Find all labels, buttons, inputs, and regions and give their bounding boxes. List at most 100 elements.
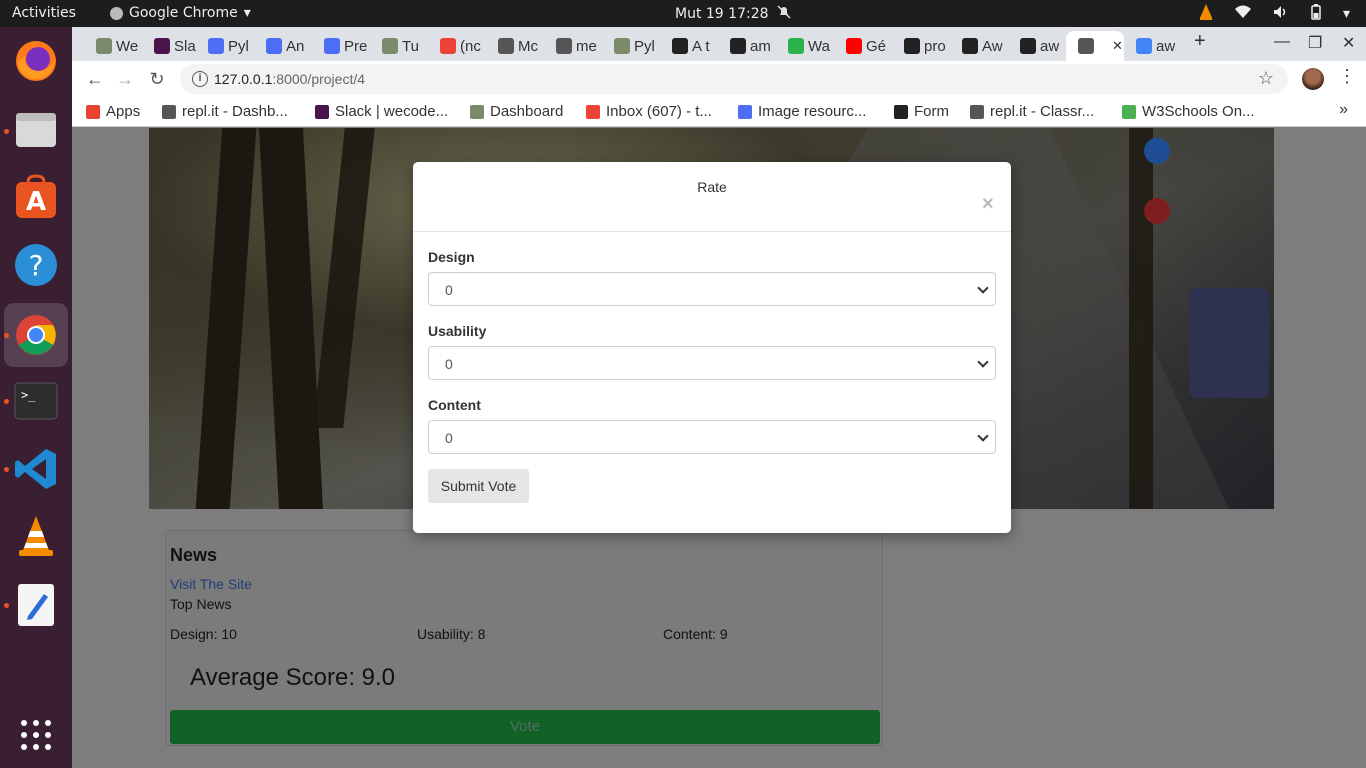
tab-label: An [286, 37, 305, 55]
browser-tab[interactable]: aw [1124, 31, 1180, 61]
browser-tab[interactable]: Tu [370, 31, 426, 61]
road-sign [1144, 198, 1170, 224]
help-icon[interactable]: ? [12, 241, 60, 289]
browser-tab[interactable]: Pyl [602, 31, 658, 61]
close-window-icon[interactable]: ✕ [1342, 33, 1355, 53]
submit-vote-button[interactable]: Submit Vote [428, 469, 529, 503]
bookmark-star-icon[interactable]: ☆ [1258, 68, 1274, 89]
new-tab-button[interactable]: + [1194, 30, 1206, 53]
bookmark-favicon-icon [1122, 104, 1136, 119]
browser-tab[interactable]: Wa [776, 31, 832, 61]
vscode-icon[interactable] [12, 445, 60, 493]
volume-icon[interactable] [1273, 5, 1289, 23]
content-select[interactable]: 0 [428, 420, 996, 454]
svg-text:?: ? [29, 249, 44, 282]
bookmark-favicon-icon [470, 104, 484, 119]
browser-tab[interactable]: aw [1008, 31, 1064, 61]
browser-tab[interactable]: (nc [428, 31, 484, 61]
more-bookmarks-icon[interactable]: » [1339, 101, 1348, 119]
app-menu[interactable]: Google Chrome ▾ [110, 5, 251, 21]
tab-favicon-icon [730, 38, 746, 54]
vlc-icon[interactable] [12, 513, 60, 561]
browser-tab[interactable]: Sla [142, 31, 198, 61]
browser-tab[interactable]: ✕ [1066, 31, 1124, 61]
minimize-icon[interactable]: — [1274, 33, 1290, 51]
forward-arrow-icon[interactable]: → [114, 68, 136, 90]
bookmark-item[interactable]: repl.it - Dashb... [162, 103, 288, 120]
tab-favicon-icon [1136, 38, 1152, 54]
svg-text:A: A [26, 187, 46, 217]
chrome-dock-icon[interactable] [4, 303, 68, 367]
profile-avatar[interactable] [1302, 68, 1324, 90]
text-editor-icon[interactable] [12, 581, 60, 629]
tab-label: Sla [174, 37, 196, 55]
browser-tab[interactable]: pro [892, 31, 948, 61]
road-sign [1144, 138, 1170, 164]
tab-favicon-icon [556, 38, 572, 54]
notifications-muted-icon [776, 5, 791, 23]
browser-tab[interactable]: Aw [950, 31, 1006, 61]
tab-favicon-icon [1078, 38, 1094, 54]
tab-label: Pyl [634, 37, 655, 55]
browser-tab[interactable]: Pyl [196, 31, 252, 61]
usability-select[interactable]: 0 [428, 346, 996, 380]
wifi-icon[interactable] [1234, 5, 1251, 23]
activities-button[interactable]: Activities [12, 5, 76, 21]
terminal-icon[interactable]: >_ [12, 377, 60, 425]
chrome-menu-icon[interactable]: ⋮ [1338, 66, 1356, 87]
url-path: :8000/project/4 [272, 71, 366, 87]
bookmark-favicon-icon [86, 104, 100, 119]
reload-icon[interactable]: ↻ [146, 68, 168, 90]
bookmark-item[interactable]: repl.it - Classr... [970, 103, 1094, 120]
bookmark-item[interactable]: Apps [86, 103, 140, 120]
bookmark-item[interactable]: Slack | wecode... [315, 103, 448, 120]
browser-tab[interactable]: Gé [834, 31, 890, 61]
back-arrow-icon[interactable]: ← [84, 68, 106, 90]
power-menu-chevron-icon[interactable]: ▾ [1343, 6, 1350, 22]
tab-label: pro [924, 37, 946, 55]
battery-icon[interactable] [1311, 4, 1321, 24]
tab-label: aw [1040, 37, 1060, 55]
bookmark-item[interactable]: Image resourc... [738, 103, 866, 120]
design-select[interactable]: 0 [428, 272, 996, 306]
bookmark-favicon-icon [970, 104, 984, 119]
browser-tab[interactable]: me [544, 31, 600, 61]
tab-label: Pyl [228, 37, 249, 55]
browser-tab[interactable]: An [254, 31, 310, 61]
bookmark-item[interactable]: W3Schools On... [1122, 103, 1255, 120]
maximize-icon[interactable]: ❐ [1308, 33, 1322, 53]
show-applications-icon[interactable] [12, 711, 60, 759]
content-label: Content [428, 397, 481, 413]
bookmark-label: Apps [106, 103, 141, 120]
firefox-icon[interactable] [12, 37, 60, 85]
browser-tab[interactable]: A t [660, 31, 716, 61]
usability-label: Usability [428, 323, 487, 339]
bookmark-item[interactable]: Inbox (607) - t... [586, 103, 712, 120]
close-tab-icon[interactable]: ✕ [1112, 38, 1123, 54]
browser-tab[interactable]: Pre [312, 31, 368, 61]
site-info-icon[interactable]: i [192, 71, 208, 87]
bookmark-item[interactable]: Dashboard [470, 103, 563, 120]
software-center-icon[interactable]: A [12, 173, 60, 221]
bookmark-label: Image resourc... [758, 103, 867, 120]
vote-button[interactable]: Vote [170, 710, 880, 744]
close-icon[interactable]: × [982, 194, 994, 214]
files-icon[interactable] [12, 105, 60, 153]
tab-label: Mc [518, 37, 538, 55]
system-tray[interactable]: ▾ [1199, 4, 1350, 24]
browser-tab[interactable]: Mc [486, 31, 542, 61]
chevron-down-icon [977, 430, 989, 442]
vlc-tray-icon[interactable] [1199, 4, 1213, 24]
tab-favicon-icon [266, 38, 282, 54]
tab-label: am [750, 37, 771, 55]
tab-label: Wa [808, 37, 830, 55]
clock[interactable]: Mut 19 17:28 [675, 5, 791, 23]
usability-select-value: 0 [445, 356, 453, 372]
browser-tab[interactable]: am [718, 31, 774, 61]
bookmarks-bar: » Apps repl.it - Dashb... Slack | wecode..… [72, 97, 1366, 127]
visit-site-link[interactable]: Visit The Site [170, 576, 252, 592]
bookmark-item[interactable]: Form [894, 103, 949, 120]
address-bar[interactable]: i 127.0.0.1:8000/project/4 ☆ [180, 64, 1288, 94]
browser-tab[interactable]: We [84, 31, 140, 61]
tab-label: me [576, 37, 597, 55]
